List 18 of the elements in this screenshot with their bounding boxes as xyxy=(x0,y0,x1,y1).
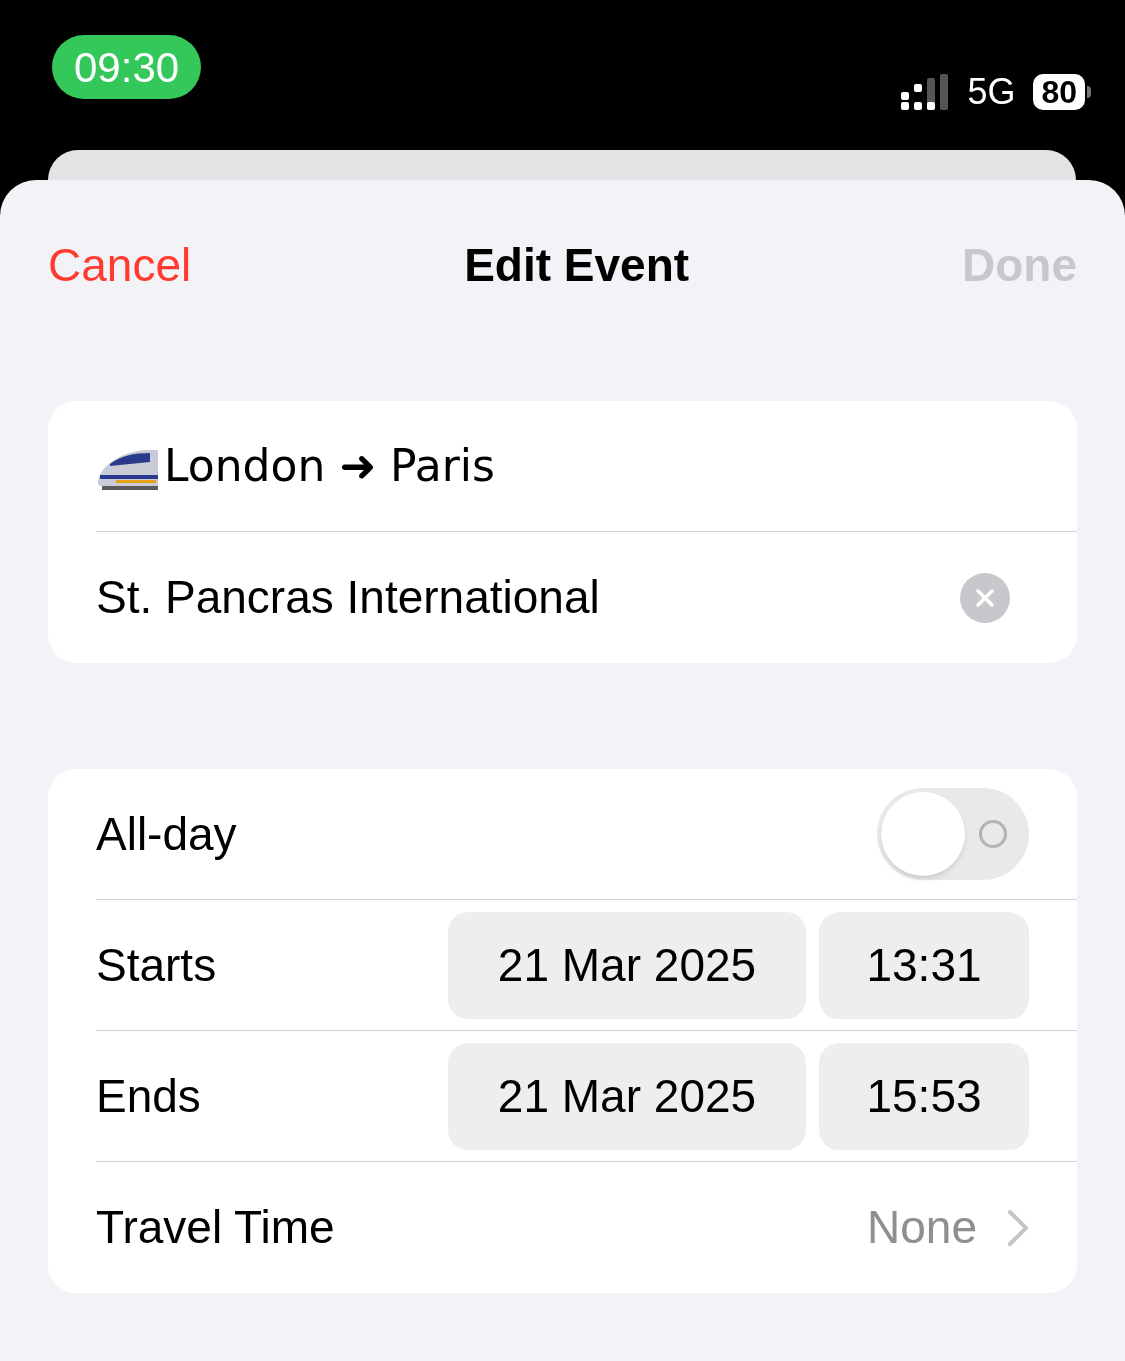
time-button[interactable]: 15:53 xyxy=(819,1042,1029,1150)
clear-icon[interactable] xyxy=(960,572,1010,623)
row-label: All-day xyxy=(96,806,238,862)
row-label: Travel Time xyxy=(96,1200,336,1255)
status-time: 09:30 xyxy=(52,35,202,99)
battery-indicator: 80 xyxy=(1033,74,1085,110)
time-button[interactable]: 13:31 xyxy=(819,911,1029,1019)
row-label: Starts xyxy=(96,937,218,993)
network-label: 5G xyxy=(967,70,1016,114)
date-button[interactable]: 21 Mar 2025 xyxy=(448,1042,806,1150)
row-value: None xyxy=(867,1200,977,1255)
date-button[interactable]: 21 Mar 2025 xyxy=(448,911,806,1019)
chevron-icon xyxy=(1007,1208,1029,1247)
event-title-field[interactable]: London ➜ Paris xyxy=(164,433,495,499)
sheet-title: Edit Event xyxy=(464,237,690,293)
location-field[interactable]: St. Pancras International xyxy=(96,563,960,632)
row-label: Ends xyxy=(96,1068,202,1124)
signal-icon xyxy=(901,74,950,110)
